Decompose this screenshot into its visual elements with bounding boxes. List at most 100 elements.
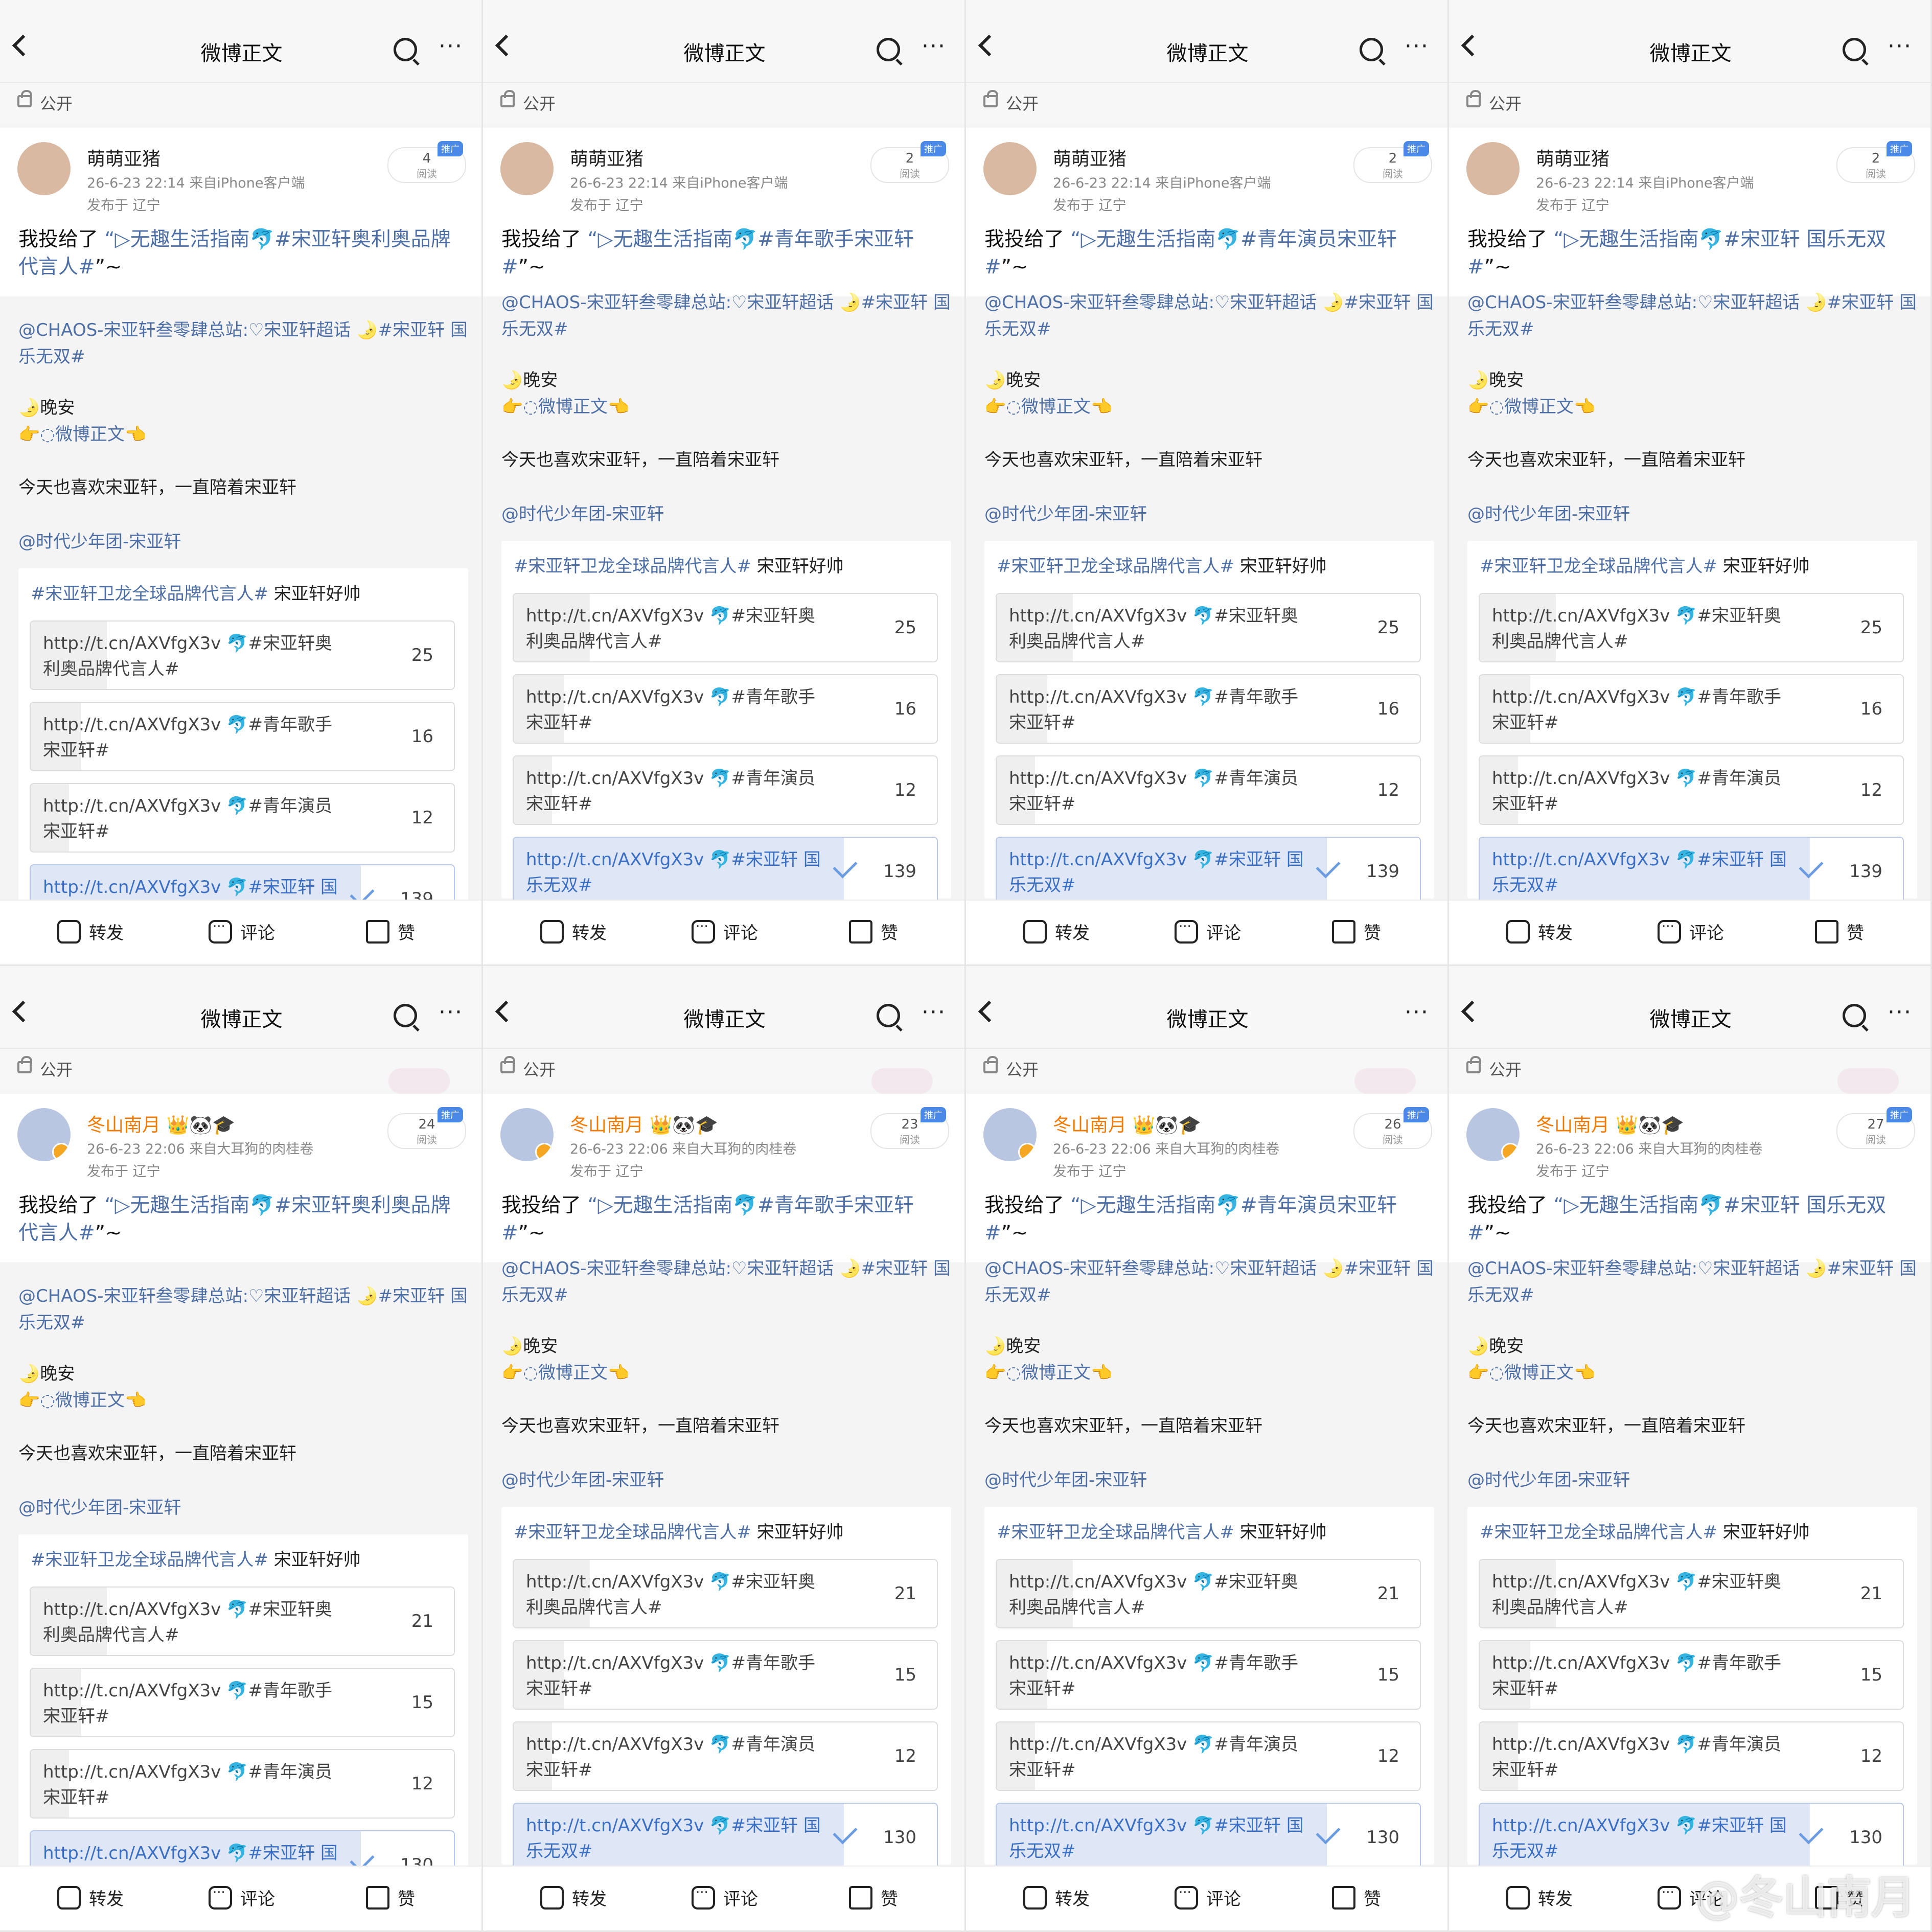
vote-hashtag[interactable]: #宋亚轩卫龙全球品牌代言人# (514, 556, 751, 577)
vote-option[interactable]: http://t.cn/AXVfgX3v 🐬#青年歌手宋亚轩# 15 (30, 1668, 455, 1737)
comment-button[interactable]: 评论 (692, 919, 758, 950)
vote-option[interactable]: http://t.cn/AXVfgX3v 🐬#宋亚轩奥利奥品牌代言人# 25 (30, 620, 455, 690)
like-button[interactable]: 赞 (1815, 919, 1864, 950)
read-count-badge[interactable]: 2 阅读 推广 (1353, 141, 1432, 183)
vote-title[interactable]: #宋亚轩卫龙全球品牌代言人# 宋亚轩好帅 (31, 1546, 361, 1571)
username[interactable]: 冬山南月 👑🐼🎓 (1536, 1110, 1684, 1137)
search-icon[interactable] (394, 1004, 417, 1027)
search-icon[interactable] (1360, 38, 1383, 61)
vote-hashtag[interactable]: #宋亚轩卫龙全球品牌代言人# (1480, 1522, 1717, 1543)
vote-option[interactable]: http://t.cn/AXVfgX3v 🐬#宋亚轩奥利奥品牌代言人# 21 (996, 1559, 1421, 1628)
repost-link[interactable]: 👉◌微博正文👈 (1467, 394, 1917, 420)
vote-hashtag[interactable]: #宋亚轩卫龙全球品牌代言人# (997, 1522, 1234, 1543)
repost-link[interactable]: 👉◌微博正文👈 (984, 394, 1434, 420)
vote-option[interactable]: http://t.cn/AXVfgX3v 🐬#宋亚轩奥利奥品牌代言人# 21 (30, 1586, 455, 1656)
vote-hashtag[interactable]: #宋亚轩卫龙全球品牌代言人# (1480, 556, 1717, 577)
vote-title[interactable]: #宋亚轩卫龙全球品牌代言人# 宋亚轩好帅 (1480, 1518, 1810, 1543)
repost-mention[interactable]: @时代少年团-宋亚轩 (18, 1494, 468, 1521)
promo-tag[interactable]: 推广 (1887, 1107, 1912, 1122)
more-icon[interactable]: ··· (439, 1001, 463, 1024)
repost-mention[interactable]: @时代少年团-宋亚轩 (984, 501, 1434, 527)
vote-option[interactable]: http://t.cn/AXVfgX3v 🐬#青年演员宋亚轩# 12 (513, 1721, 938, 1791)
like-button[interactable]: 赞 (849, 1885, 898, 1916)
vote-option[interactable]: http://t.cn/AXVfgX3v 🐬#宋亚轩奥利奥品牌代言人# 25 (996, 593, 1421, 662)
avatar[interactable] (1466, 142, 1520, 195)
vote-title[interactable]: #宋亚轩卫龙全球品牌代言人# 宋亚轩好帅 (514, 552, 844, 577)
repost-link[interactable]: 👉◌微博正文👈 (501, 1360, 951, 1386)
vote-option[interactable]: http://t.cn/AXVfgX3v 🐬#青年演员宋亚轩# 12 (1479, 1721, 1904, 1791)
repost-mention[interactable]: @时代少年团-宋亚轩 (1467, 501, 1917, 527)
like-button[interactable]: 赞 (366, 919, 415, 950)
vote-option[interactable]: http://t.cn/AXVfgX3v 🐬#青年歌手宋亚轩# 16 (513, 674, 938, 744)
more-icon[interactable]: ··· (922, 1001, 946, 1024)
read-count-badge[interactable]: 23 阅读 推广 (870, 1107, 949, 1149)
vote-title[interactable]: #宋亚轩卫龙全球品牌代言人# 宋亚轩好帅 (514, 1518, 844, 1543)
search-icon[interactable] (394, 38, 417, 61)
forward-button[interactable]: 转发 (57, 1885, 124, 1916)
vote-title[interactable]: #宋亚轩卫龙全球品牌代言人# 宋亚轩好帅 (997, 1518, 1327, 1543)
repost-source[interactable]: @CHAOS-宋亚轩叁零肆总站:♡宋亚轩超话 🌛#宋亚轩 国乐无双# (18, 1283, 468, 1336)
vote-option[interactable]: http://t.cn/AXVfgX3v 🐬#青年演员宋亚轩# 12 (30, 783, 455, 853)
more-icon[interactable]: ··· (1888, 1001, 1912, 1024)
forward-button[interactable]: 转发 (57, 919, 124, 950)
vote-option[interactable]: http://t.cn/AXVfgX3v 🐬#宋亚轩 国乐无双# 130 (996, 1803, 1421, 1872)
vote-option[interactable]: http://t.cn/AXVfgX3v 🐬#青年歌手宋亚轩# 16 (996, 674, 1421, 744)
repost-source[interactable]: @CHAOS-宋亚轩叁零肆总站:♡宋亚轩超话 🌛#宋亚轩 国乐无双# (18, 317, 468, 370)
avatar[interactable] (500, 1108, 554, 1161)
vote-option[interactable]: http://t.cn/AXVfgX3v 🐬#青年演员宋亚轩# 12 (1479, 755, 1904, 825)
vote-option[interactable]: http://t.cn/AXVfgX3v 🐬#青年歌手宋亚轩# 16 (30, 702, 455, 771)
avatar[interactable] (17, 142, 71, 195)
vote-option[interactable]: http://t.cn/AXVfgX3v 🐬#宋亚轩奥利奥品牌代言人# 21 (513, 1559, 938, 1628)
vote-option[interactable]: http://t.cn/AXVfgX3v 🐬#宋亚轩 国乐无双# 130 (513, 1803, 938, 1872)
repost-mention[interactable]: @时代少年团-宋亚轩 (18, 528, 468, 555)
vote-option[interactable]: http://t.cn/AXVfgX3v 🐬#青年演员宋亚轩# 12 (30, 1749, 455, 1819)
forward-button[interactable]: 转发 (1506, 919, 1573, 950)
forward-button[interactable]: 转发 (1506, 1885, 1573, 1916)
vote-option[interactable]: http://t.cn/AXVfgX3v 🐬#青年演员宋亚轩# 12 (996, 755, 1421, 825)
username[interactable]: 冬山南月 👑🐼🎓 (570, 1110, 718, 1137)
username[interactable]: 萌萌亚猪 (570, 144, 643, 171)
vote-option[interactable]: http://t.cn/AXVfgX3v 🐬#宋亚轩 国乐无双# 139 (996, 837, 1421, 906)
repost-link[interactable]: 👉◌微博正文👈 (18, 421, 468, 448)
search-icon[interactable] (1843, 38, 1866, 61)
repost-mention[interactable]: @时代少年团-宋亚轩 (501, 1467, 951, 1493)
vote-option[interactable]: http://t.cn/AXVfgX3v 🐬#青年演员宋亚轩# 12 (513, 755, 938, 825)
comment-button[interactable]: 评论 (692, 1885, 758, 1916)
promo-tag[interactable]: 推广 (921, 1107, 946, 1122)
vote-option[interactable]: http://t.cn/AXVfgX3v 🐬#青年歌手宋亚轩# 15 (1479, 1640, 1904, 1710)
like-button[interactable]: 赞 (1332, 919, 1381, 950)
repost-source[interactable]: @CHAOS-宋亚轩叁零肆总站:♡宋亚轩超话 🌛#宋亚轩 国乐无双# (501, 1255, 951, 1308)
avatar[interactable] (983, 1108, 1037, 1161)
search-icon[interactable] (877, 1004, 900, 1027)
vote-hashtag[interactable]: #宋亚轩卫龙全球品牌代言人# (31, 584, 268, 604)
more-icon[interactable]: ··· (922, 35, 946, 58)
search-icon[interactable] (1843, 1004, 1866, 1027)
promo-tag[interactable]: 推广 (921, 141, 946, 156)
repost-source[interactable]: @CHAOS-宋亚轩叁零肆总站:♡宋亚轩超话 🌛#宋亚轩 国乐无双# (984, 1255, 1434, 1308)
repost-source[interactable]: @CHAOS-宋亚轩叁零肆总站:♡宋亚轩超话 🌛#宋亚轩 国乐无双# (501, 289, 951, 342)
vote-option[interactable]: http://t.cn/AXVfgX3v 🐬#青年演员宋亚轩# 12 (996, 1721, 1421, 1791)
vote-option[interactable]: http://t.cn/AXVfgX3v 🐬#宋亚轩 国乐无双# 139 (1479, 837, 1904, 906)
avatar[interactable] (983, 142, 1037, 195)
comment-button[interactable]: 评论 (209, 919, 275, 950)
vote-option[interactable]: http://t.cn/AXVfgX3v 🐬#宋亚轩奥利奥品牌代言人# 21 (1479, 1559, 1904, 1628)
repost-mention[interactable]: @时代少年团-宋亚轩 (1467, 1467, 1917, 1493)
comment-button[interactable]: 评论 (1175, 1885, 1241, 1916)
username[interactable]: 萌萌亚猪 (87, 144, 160, 171)
comment-button[interactable]: 评论 (1658, 919, 1724, 950)
vote-hashtag[interactable]: #宋亚轩卫龙全球品牌代言人# (31, 1550, 268, 1570)
more-icon[interactable]: ··· (439, 35, 463, 58)
repost-link[interactable]: 👉◌微博正文👈 (1467, 1360, 1917, 1386)
promo-tag[interactable]: 推广 (438, 1107, 463, 1122)
like-button[interactable]: 赞 (849, 919, 898, 950)
username[interactable]: 萌萌亚猪 (1536, 144, 1609, 171)
username[interactable]: 萌萌亚猪 (1053, 144, 1126, 171)
forward-button[interactable]: 转发 (1023, 1885, 1090, 1916)
vote-hashtag[interactable]: #宋亚轩卫龙全球品牌代言人# (997, 556, 1234, 577)
read-count-badge[interactable]: 4 阅读 推广 (387, 141, 466, 183)
vote-option[interactable]: http://t.cn/AXVfgX3v 🐬#宋亚轩 国乐无双# 139 (513, 837, 938, 906)
vote-option[interactable]: http://t.cn/AXVfgX3v 🐬#宋亚轩奥利奥品牌代言人# 25 (513, 593, 938, 662)
vote-title[interactable]: #宋亚轩卫龙全球品牌代言人# 宋亚轩好帅 (997, 552, 1327, 577)
vote-option[interactable]: http://t.cn/AXVfgX3v 🐬#青年歌手宋亚轩# 16 (1479, 674, 1904, 744)
like-button[interactable]: 赞 (366, 1885, 415, 1916)
